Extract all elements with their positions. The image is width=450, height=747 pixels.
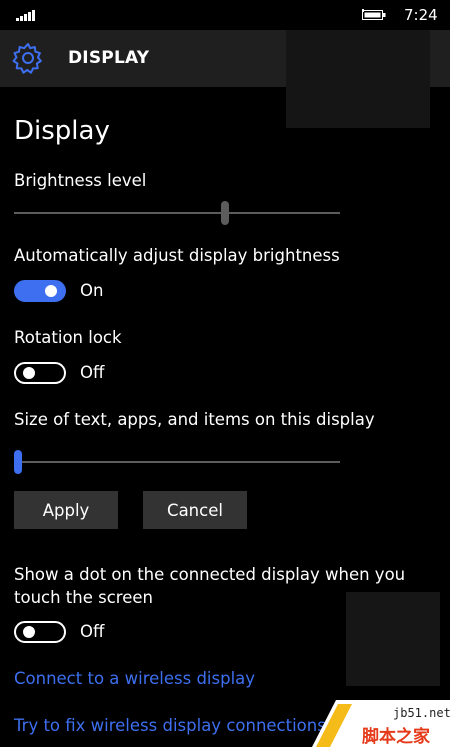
rotation-lock-state: Off xyxy=(80,363,105,382)
touch-dot-toggle[interactable] xyxy=(14,621,66,643)
page-title: Display xyxy=(14,116,110,146)
apply-button[interactable]: Apply xyxy=(14,491,118,529)
header-title: DISPLAY xyxy=(68,48,150,68)
slider-rail xyxy=(14,461,340,463)
touch-dot-label-line1: Show a dot on the connected display when… xyxy=(14,565,406,584)
brightness-label: Brightness level xyxy=(14,171,147,190)
slider-thumb[interactable] xyxy=(14,450,22,474)
slider-thumb[interactable] xyxy=(221,201,229,225)
auto-brightness-state: On xyxy=(80,281,104,300)
brightness-slider[interactable] xyxy=(14,201,340,225)
toggle-knob xyxy=(23,367,35,379)
watermark-site: jb51.net xyxy=(393,706,450,720)
text-size-slider[interactable] xyxy=(14,450,340,474)
clock: 7:24 xyxy=(404,6,438,24)
watermark-name: 脚本之家 xyxy=(362,727,430,747)
auto-brightness-toggle[interactable] xyxy=(14,280,66,302)
cancel-button[interactable]: Cancel xyxy=(143,491,247,529)
rotation-lock-toggle[interactable] xyxy=(14,362,66,384)
rotation-lock-label: Rotation lock xyxy=(14,328,122,347)
slider-rail xyxy=(14,212,340,214)
blurred-region xyxy=(286,30,430,128)
touch-dot-state: Off xyxy=(80,622,105,641)
auto-brightness-label: Automatically adjust display brightness xyxy=(14,246,340,265)
signal-icon xyxy=(16,9,35,21)
blurred-region xyxy=(346,592,440,686)
status-bar: 7:24 xyxy=(0,0,450,30)
toggle-knob xyxy=(23,626,35,638)
toggle-knob xyxy=(45,285,57,297)
gear-icon[interactable] xyxy=(12,42,44,74)
text-size-label: Size of text, apps, and items on this di… xyxy=(14,410,375,429)
connect-wireless-display-link[interactable]: Connect to a wireless display xyxy=(14,669,255,688)
fix-wireless-display-link[interactable]: Try to fix wireless display connections xyxy=(14,716,326,735)
touch-dot-label-line2: touch the screen xyxy=(14,588,153,607)
battery-charging-icon xyxy=(362,9,386,20)
